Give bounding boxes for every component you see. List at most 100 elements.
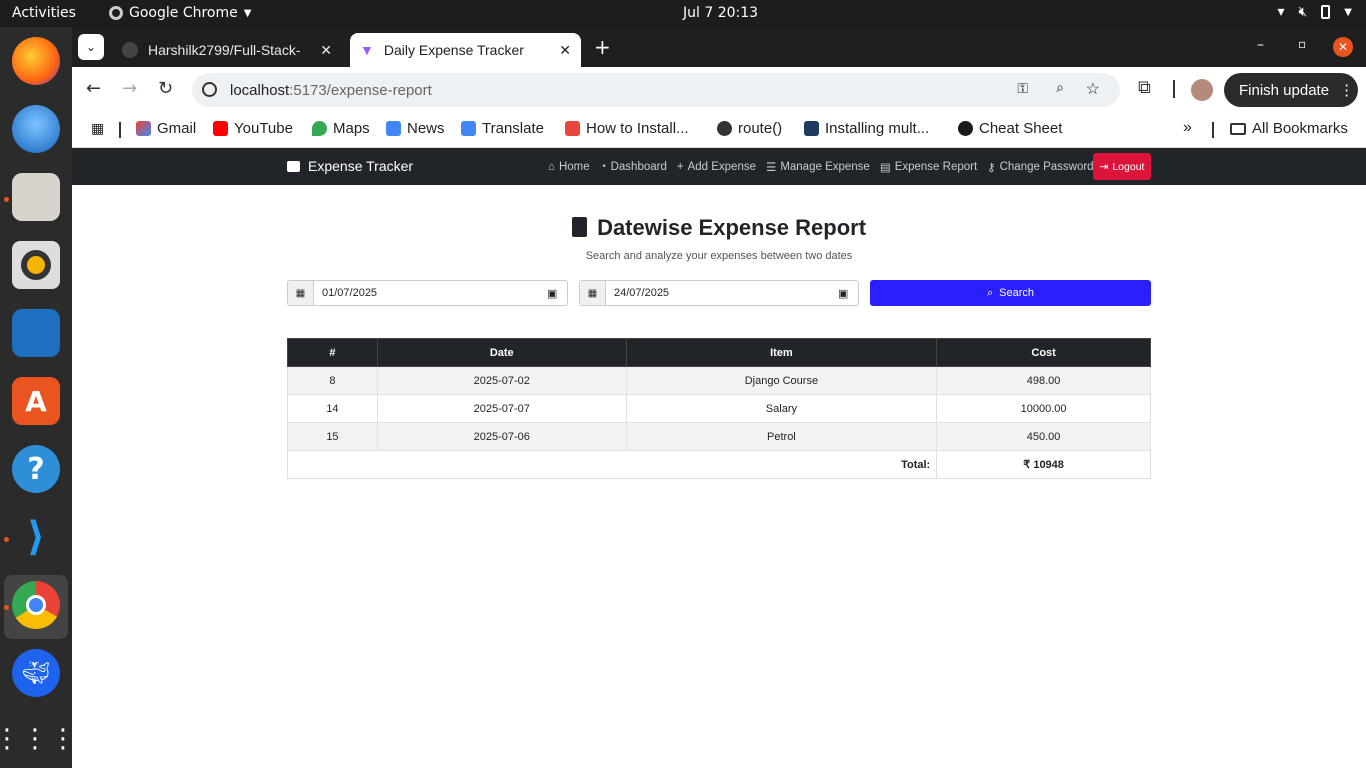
nav-dashboard[interactable]: ◔ Dashboard (600, 160, 667, 174)
nav-add-expense[interactable]: + Add Expense (677, 160, 756, 174)
bookmark-label: News (407, 120, 445, 137)
docker-icon[interactable]: 🐳︎ (12, 649, 60, 697)
bookmark-route[interactable]: route() (717, 120, 782, 137)
rhythmbox-icon[interactable] (12, 241, 60, 289)
nav-home[interactable]: ⌂ Home (548, 160, 590, 174)
maximize-icon[interactable]: ▫ (1298, 37, 1306, 51)
cell-id: 15 (287, 422, 378, 451)
bookmark-star-icon[interactable]: ☆ (1086, 79, 1100, 99)
tab-label: Daily Expense Tracker (383, 42, 524, 58)
minimize-icon[interactable]: – (1257, 37, 1264, 53)
forward-icon[interactable]: → (122, 78, 137, 99)
date-picker-icon[interactable]: ▣ (547, 287, 567, 300)
tab-search-button[interactable]: ⌄ (78, 34, 104, 60)
cell-date: 2025-07-06 (376, 422, 627, 451)
browser-window: ⌄ Harshilk2799/Full-Stack- ✕ ▼ Daily Exp… (72, 27, 1366, 148)
files-icon[interactable] (12, 173, 60, 221)
search-icon: ⌕ (986, 286, 994, 299)
back-icon[interactable]: ← (86, 78, 101, 99)
vite-icon: ▼ (360, 42, 374, 58)
nav-manage-expense[interactable]: ☰ Manage Expense (766, 160, 870, 174)
nav-label: Add Expense (687, 161, 756, 173)
vscode-icon[interactable]: ⟩ (12, 513, 60, 561)
system-tray[interactable]: ▾ 🔇︎ ▼ (1277, 4, 1352, 20)
cheat-sheet-icon (958, 121, 973, 136)
from-date-value: 01/07/2025 (322, 287, 378, 299)
bookmark-how-to-install[interactable]: How to Install... (565, 120, 689, 137)
bookmark-label: Cheat Sheet (979, 120, 1063, 137)
finish-update-label: Finish update (1239, 81, 1330, 99)
chevron-more-icon[interactable]: » (1183, 119, 1192, 137)
total-value: ₹ 10948 (936, 450, 1151, 479)
search-button[interactable]: ⌕ Search (870, 280, 1151, 306)
thunderbird-icon[interactable] (12, 105, 60, 153)
close-window-icon[interactable]: ✕ (1333, 37, 1353, 57)
logout-icon: ⇥ (1099, 160, 1109, 173)
extensions-icon[interactable]: ⧉ (1138, 77, 1151, 98)
page-title: Datewise Expense Report (72, 215, 1366, 241)
nav-change-password[interactable]: ⚷ Change Password (987, 160, 1093, 174)
from-date-field[interactable]: ▦ 01/07/2025 ▣ (287, 280, 568, 306)
cell-cost: 10000.00 (936, 394, 1151, 423)
new-tab-icon[interactable]: + (594, 35, 611, 59)
firefox-icon[interactable] (12, 37, 60, 85)
tab-label: Harshilk2799/Full-Stack- (148, 42, 301, 58)
address-bar[interactable]: localhost :5173/expense-report ⚿ ⌕ ☆ (192, 73, 1120, 107)
logout-button[interactable]: ⇥ Logout (1093, 153, 1151, 180)
reload-icon[interactable]: ↻ (158, 78, 173, 99)
finish-update-button[interactable]: Finish update ⋮ (1224, 73, 1358, 107)
tab-github[interactable]: Harshilk2799/Full-Stack- ✕ (112, 33, 342, 67)
tab-expense-tracker[interactable]: ▼ Daily Expense Tracker ✕ (350, 33, 581, 67)
bookmark-gmail[interactable]: Gmail (136, 120, 196, 137)
table-row: 15 2025-07-06 Petrol 450.00 (287, 422, 1151, 451)
column-header-date: Date (376, 338, 627, 367)
bookmark-news[interactable]: News (386, 120, 445, 137)
page-title-text: Datewise Expense Report (597, 215, 867, 240)
app-menu[interactable]: Google Chrome ▼ (109, 5, 251, 21)
writer-icon[interactable] (12, 309, 60, 357)
avatar[interactable] (1191, 79, 1213, 101)
bookmark-label: Maps (333, 120, 370, 137)
zoom-icon[interactable]: ⌕ (1056, 79, 1064, 96)
help-icon[interactable]: ? (12, 445, 60, 493)
github-icon (122, 42, 138, 58)
apps-grid-icon[interactable]: ▦ (91, 120, 104, 137)
total-row: Total: ₹ 10948 (286, 450, 1151, 479)
bookmark-label: YouTube (234, 120, 293, 137)
browser-toolbar: ← → ↻ localhost :5173/expense-report ⚿ ⌕… (72, 67, 1366, 111)
bookmark-installing[interactable]: Installing mult... (804, 120, 929, 137)
gauge-icon: ◔ (599, 161, 607, 173)
nav-label: Change Password (999, 161, 1094, 173)
date-picker-icon[interactable]: ▣ (838, 287, 858, 300)
bookmark-cheat-sheet[interactable]: Cheat Sheet (958, 120, 1062, 137)
to-date-field[interactable]: ▦ 24/07/2025 ▣ (579, 280, 859, 306)
all-bookmarks[interactable]: All Bookmarks (1230, 120, 1348, 137)
show-apps-icon[interactable]: ⋮⋮⋮ (0, 715, 76, 763)
cell-id: 8 (287, 366, 378, 395)
bookmark-translate[interactable]: Translate (461, 120, 544, 137)
app-center-icon[interactable]: A (12, 377, 60, 425)
nav-label: Dashboard (610, 161, 667, 173)
logout-label: Logout (1112, 160, 1145, 173)
key-icon: ⚷ (987, 162, 996, 174)
navbar-brand[interactable]: Expense Tracker (287, 158, 413, 174)
key-icon[interactable]: ⚿ (1017, 80, 1028, 97)
page-subtitle: Search and analyze your expenses between… (585, 250, 853, 262)
tds-icon (804, 121, 819, 136)
bookmarks-bar: ▦ Gmail YouTube Maps News Translate How … (72, 111, 1366, 148)
clock[interactable]: Jul 7 20:13 (683, 5, 758, 21)
nav-label: Expense Report (894, 161, 978, 173)
wifi-icon: ▾ (1277, 4, 1285, 20)
close-tab-icon[interactable]: ✕ (320, 42, 332, 59)
brand-label: Expense Tracker (308, 158, 414, 174)
nav-expense-report[interactable]: ▤ Expense Report (880, 160, 977, 174)
folder-icon (1230, 122, 1246, 135)
cell-cost: 450.00 (936, 422, 1151, 451)
close-tab-icon[interactable]: ✕ (559, 42, 571, 59)
app-navbar: Expense Tracker ⌂ Home ◔ Dashboard + Add Ex… (72, 148, 1366, 185)
bookmark-maps[interactable]: Maps (312, 120, 370, 137)
dock: A ? ⟩ 🐳︎ ⋮⋮⋮ (0, 27, 76, 768)
activities-button[interactable]: Activities (12, 5, 76, 21)
bookmark-youtube[interactable]: YouTube (213, 120, 293, 137)
chrome-icon[interactable] (12, 581, 60, 629)
